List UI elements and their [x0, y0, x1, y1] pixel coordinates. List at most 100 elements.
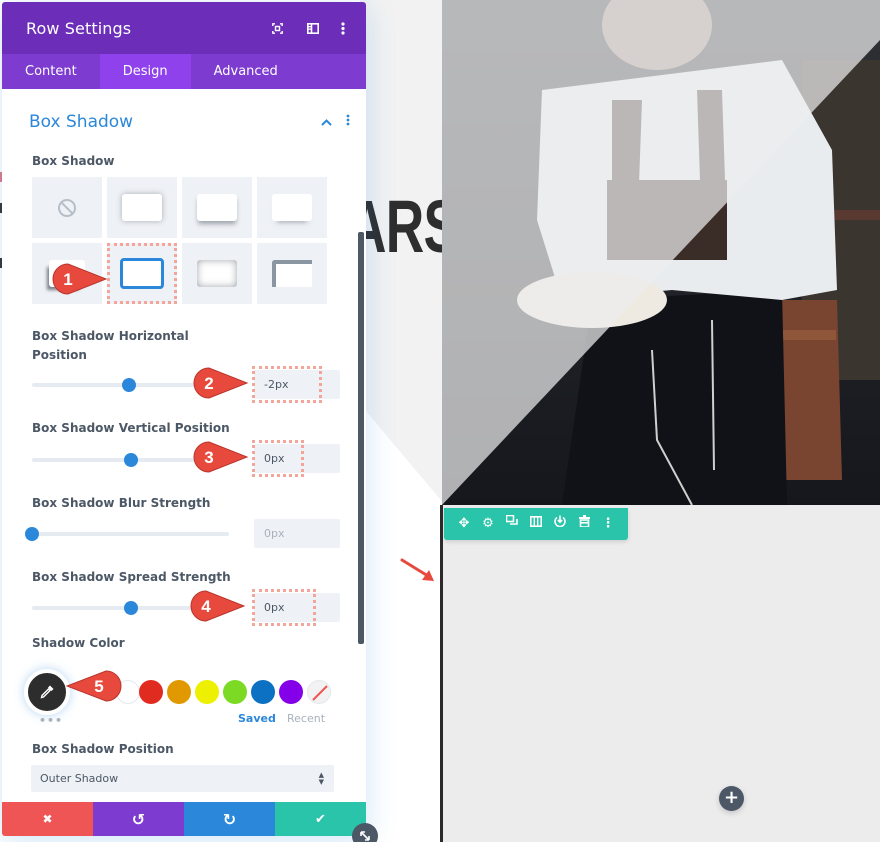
- shadow-position-select[interactable]: Outer Shadow ▲ ▼: [31, 765, 334, 792]
- resize-arrows-icon: [360, 831, 370, 841]
- spread-strength-input[interactable]: 0px: [252, 589, 340, 626]
- swatch-green[interactable]: [223, 680, 247, 704]
- shadow-preview: [197, 260, 237, 287]
- swatch-purple[interactable]: [279, 680, 303, 704]
- blur-strength-input[interactable]: 0px: [254, 519, 340, 548]
- annotation-badge-1: 1: [52, 262, 108, 295]
- slider-track: [32, 532, 229, 536]
- swatch-red[interactable]: [139, 680, 163, 704]
- modal-header: Row Settings: [2, 2, 366, 54]
- swatch-orange[interactable]: [167, 680, 191, 704]
- tab-content[interactable]: Content: [2, 54, 100, 89]
- no-shadow-icon: [58, 198, 76, 217]
- move-icon[interactable]: ✥: [455, 515, 473, 533]
- modal-scrollbar[interactable]: [358, 232, 364, 644]
- preset-bottom-narrow[interactable]: [257, 177, 327, 238]
- discard-button[interactable]: ✖: [2, 802, 93, 836]
- preset-none[interactable]: [32, 177, 102, 238]
- modal-tabs: Content Design Advanced: [2, 54, 366, 89]
- box-shadow-label: Box Shadow: [32, 154, 115, 168]
- shadow-preview: [122, 194, 162, 221]
- annotation-arrow-icon: [400, 558, 434, 581]
- preset-solid-border[interactable]: [107, 243, 177, 304]
- redo-button[interactable]: ↻: [184, 802, 275, 836]
- hero-photo: [442, 0, 880, 505]
- annotation-number: 1: [63, 270, 72, 289]
- shadow-preview: [120, 258, 164, 289]
- shadow-preview: [197, 194, 237, 221]
- section-more-icon[interactable]: [341, 114, 355, 130]
- blur-strength-slider[interactable]: [25, 527, 229, 541]
- columns-icon[interactable]: [527, 515, 545, 533]
- redo-icon: ↻: [222, 809, 237, 829]
- modal-footer: ✖ ↺ ↻ ✔: [2, 802, 366, 836]
- modal-body: Box Shadow Box Shadow Box Shadow Horizon…: [2, 89, 366, 802]
- vertical-position-label: Box Shadow Vertical Position: [32, 421, 230, 435]
- horizontal-position-label: Box Shadow Horizontal Position: [32, 327, 189, 365]
- eyedropper-icon: [40, 685, 54, 699]
- select-arrows-icon: ▲ ▼: [318, 770, 324, 786]
- swatch-blue[interactable]: [251, 680, 275, 704]
- highlight-box: [252, 440, 304, 477]
- shadow-preview: [272, 260, 312, 287]
- swatch-yellow[interactable]: [195, 680, 219, 704]
- row-container[interactable]: [440, 505, 880, 842]
- highlight-box: [252, 589, 316, 626]
- shadow-preview: [272, 194, 312, 221]
- trash-icon[interactable]: [575, 515, 593, 533]
- tab-design[interactable]: Design: [99, 54, 191, 89]
- tab-advanced[interactable]: Advanced: [191, 54, 301, 89]
- highlight-box: [252, 366, 322, 403]
- modal-resize-handle[interactable]: [352, 823, 378, 842]
- annotation-number: 4: [201, 597, 211, 616]
- annotation-badge-2: 2: [193, 366, 249, 399]
- select-value: Outer Shadow: [40, 772, 119, 785]
- save-to-library-icon[interactable]: [551, 515, 569, 533]
- label-line: Box Shadow Horizontal: [32, 329, 189, 343]
- slider-thumb[interactable]: [121, 378, 136, 392]
- slider-thumb[interactable]: [25, 527, 39, 541]
- undo-button[interactable]: ↺: [93, 802, 184, 836]
- horizontal-position-input[interactable]: -2px: [252, 366, 340, 403]
- row-toolbar: ✥ ⚙ ⋮: [444, 508, 628, 540]
- annotation-badge-4: 4: [190, 589, 246, 622]
- shadow-color-label: Shadow Color: [32, 636, 125, 650]
- annotation-badge-3: 3: [193, 440, 249, 473]
- chevron-up-icon[interactable]: [317, 115, 335, 130]
- undo-icon: ↺: [131, 809, 146, 829]
- barista-photo-illustration: [442, 0, 880, 505]
- add-module-button[interactable]: +: [719, 786, 744, 811]
- row-settings-modal: Row Settings Content Design Advanced Box…: [2, 2, 366, 836]
- blur-strength-label: Box Shadow Blur Strength: [32, 496, 211, 510]
- slider-thumb[interactable]: [123, 601, 138, 615]
- fullscreen-icon[interactable]: [264, 22, 290, 34]
- more-vertical-icon[interactable]: [336, 21, 350, 35]
- annotation-number: 5: [94, 677, 103, 696]
- label-line: Position: [32, 348, 87, 362]
- preset-bottom-soft[interactable]: [182, 177, 252, 238]
- recent-colors-tab[interactable]: Recent: [287, 712, 325, 725]
- close-icon: ✖: [42, 812, 53, 826]
- section-title: Box Shadow: [29, 112, 134, 132]
- vertical-position-input[interactable]: 0px: [252, 440, 340, 477]
- preset-inset[interactable]: [182, 243, 252, 304]
- more-colors-icon[interactable]: •••: [39, 714, 63, 727]
- more-vertical-icon[interactable]: ⋮: [599, 515, 617, 533]
- slider-thumb[interactable]: [123, 453, 138, 467]
- gear-icon[interactable]: ⚙: [479, 515, 497, 533]
- annotation-number: 3: [204, 448, 213, 467]
- annotation-number: 2: [204, 374, 213, 393]
- preset-corner-top-left[interactable]: [257, 243, 327, 304]
- duplicate-icon[interactable]: [503, 514, 521, 533]
- preset-all-around[interactable]: [107, 177, 177, 238]
- modal-title: Row Settings: [26, 18, 132, 38]
- spread-strength-label: Box Shadow Spread Strength: [32, 570, 231, 584]
- split-view-icon[interactable]: [300, 22, 326, 34]
- saved-colors-tab[interactable]: Saved: [238, 712, 276, 725]
- swatch-transparent[interactable]: [307, 680, 331, 704]
- box-shadow-section-header[interactable]: Box Shadow: [29, 112, 355, 132]
- input-value: 0px: [264, 527, 285, 540]
- shadow-position-label: Box Shadow Position: [32, 742, 174, 756]
- annotation-badge-5: 5: [64, 669, 122, 702]
- check-icon: ✔: [315, 811, 326, 827]
